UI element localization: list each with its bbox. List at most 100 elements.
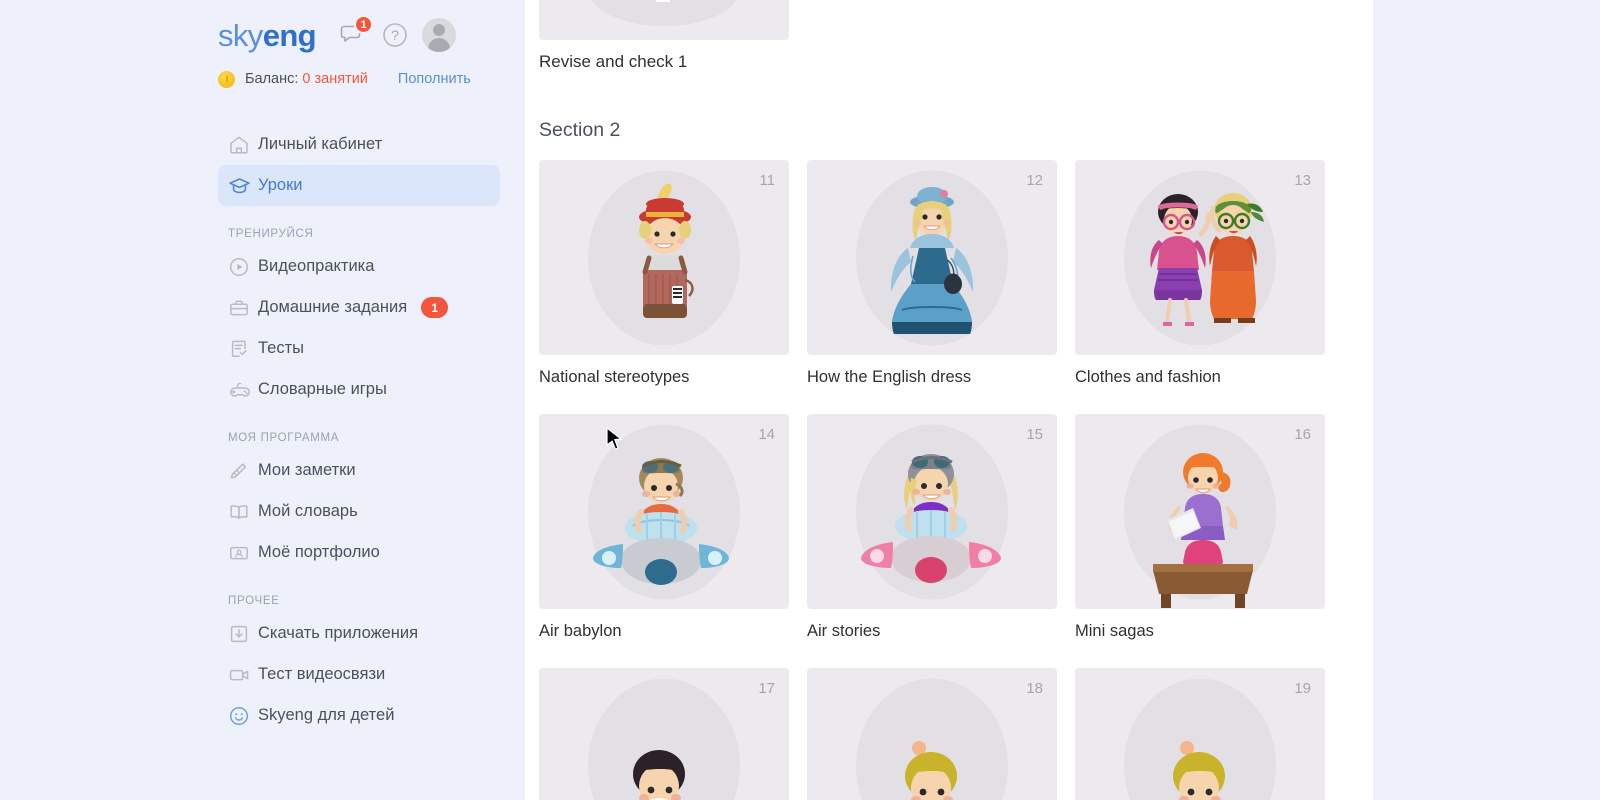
sidebar-item-label: Видеопрактика <box>258 257 375 275</box>
sidebar-item-label: Уроки <box>258 176 303 194</box>
lesson-number: 14 <box>758 426 775 443</box>
sidebar-item-vocab-games[interactable]: Словарные игры <box>218 369 518 410</box>
blonde-child-b-art <box>1173 741 1225 800</box>
lesson-card-13[interactable]: 13 Clothes and fashion <box>1075 160 1325 387</box>
lesson-grid: 11 National stereotypes 12 How the Engli… <box>539 160 1349 800</box>
sidebar-section-title-train: ТРЕНИРУЙСЯ <box>228 228 314 240</box>
balance-value: 0 занятий <box>302 71 368 87</box>
sidebar-item-label: Моё портфолио <box>258 543 380 561</box>
header-icon-group: 1 ? <box>338 15 457 52</box>
lesson-title: Clothes and fashion <box>1075 368 1221 386</box>
sidebar-item-video-test[interactable]: Тест видеосвязи <box>218 654 518 695</box>
smiley-face-icon <box>228 705 258 727</box>
lesson-row: 14 Air babylon 15 Air stories 16 Mini sa… <box>539 414 1349 641</box>
coin-icon <box>218 70 235 88</box>
topup-link[interactable]: Пополнить <box>398 71 471 87</box>
lesson-card-image: 13 <box>1075 160 1325 355</box>
victorian-lady-blue-dress-art <box>890 187 974 334</box>
sidebar-item-label: Домашние задания <box>258 298 408 316</box>
lesson-number: 11 <box>759 172 775 189</box>
lesson-card-image: 15 <box>807 414 1057 609</box>
lesson-card-previous-title: Revise and check 1 <box>539 52 688 71</box>
balance-row: Баланс: 0 занятий Пополнить <box>218 62 518 96</box>
pencil-icon <box>228 460 258 482</box>
lesson-number: 12 <box>1026 172 1043 189</box>
portfolio-card-icon <box>228 542 258 564</box>
main-content: Revise and check 1 Section 2 11 National… <box>525 0 1373 800</box>
app-root: skyeng 1 ? Баланс: 0 занятий Пополнить Л… <box>0 0 1600 800</box>
sidebar-item-label: Мои заметки <box>258 461 356 479</box>
lesson-title: Air babylon <box>539 622 622 640</box>
sidebar-item-my-dictionary[interactable]: Мой словарь <box>218 491 518 532</box>
lesson-number: 13 <box>1294 172 1311 189</box>
lesson-card-previous-thumb[interactable] <box>539 0 789 40</box>
play-circle-icon <box>228 256 258 278</box>
girl-pilot-in-pink-plane-art <box>861 454 1001 583</box>
lesson-card-17[interactable]: 17 <box>539 668 789 800</box>
graduation-cap-icon <box>228 174 258 197</box>
help-question-icon[interactable]: ? <box>380 20 410 50</box>
lesson-card-15[interactable]: 15 Air stories <box>807 414 1057 641</box>
sidebar-item-label: Скачать приложения <box>258 624 419 642</box>
chat-unread-badge: 1 <box>354 15 374 34</box>
lesson-card-12[interactable]: 12 How the English dress <box>807 160 1057 387</box>
boy-in-tyrolean-hat-art <box>639 183 694 318</box>
two-fashion-girls-art <box>1150 193 1264 326</box>
sidebar-item-lessons[interactable]: Уроки <box>218 165 500 206</box>
download-icon <box>228 623 258 645</box>
sidebar-item-skyeng-kids[interactable]: Skyeng для детей <box>218 695 518 736</box>
card-oval-backdrop <box>589 0 739 26</box>
lesson-card-image: 11 <box>539 160 789 355</box>
lesson-card-11[interactable]: 11 National stereotypes <box>539 160 789 387</box>
lesson-title: How the English dress <box>807 368 972 386</box>
lesson-title: National stereotypes <box>539 368 690 386</box>
lesson-card-18[interactable]: 18 <box>807 668 1057 800</box>
lesson-number: 16 <box>1294 426 1311 443</box>
lesson-row: 11 National stereotypes 12 How the Engli… <box>539 160 1349 387</box>
sidebar-item-personal-cabinet[interactable]: Личный кабинет <box>218 124 518 165</box>
sidebar-item-label: Личный кабинет <box>258 135 383 153</box>
dark-haired-child-art <box>633 750 685 800</box>
sidebar-section-title-program: МОЯ ПРОГРАММА <box>228 432 340 444</box>
blonde-child-a-art <box>905 741 957 800</box>
sidebar-item-homework[interactable]: Домашние задания 1 <box>218 287 518 328</box>
sidebar-item-download-apps[interactable]: Скачать приложения <box>218 613 518 654</box>
sidebar-item-my-portfolio[interactable]: Моё портфолио <box>218 532 518 573</box>
girl-reading-on-bench-art <box>1153 453 1253 608</box>
home-icon <box>228 134 258 156</box>
logo-part-eng: eng <box>262 17 317 53</box>
skyeng-logo[interactable]: skyeng <box>218 17 317 53</box>
lesson-card-16[interactable]: 16 Mini sagas <box>1075 414 1325 641</box>
sidebar: skyeng 1 ? Баланс: 0 занятий Пополнить Л… <box>0 0 525 800</box>
sidebar-item-tests[interactable]: Тесты <box>218 328 518 369</box>
lesson-card-image: 17 <box>539 668 789 800</box>
sidebar-nav: Личный кабинет Уроки ТРЕНИРУЙСЯ Видеопра… <box>218 124 518 736</box>
lesson-card-19[interactable]: 19 <box>1075 668 1325 800</box>
lesson-title: Mini sagas <box>1075 622 1154 640</box>
sidebar-section-title-other: ПРОЧЕЕ <box>228 595 280 607</box>
video-camera-icon <box>228 664 258 686</box>
chat-bubble-icon[interactable]: 1 <box>338 15 374 50</box>
homework-count-badge: 1 <box>421 297 449 318</box>
logo-part-sky: sky <box>218 17 263 53</box>
lesson-number: 17 <box>758 680 775 697</box>
briefcase-icon <box>228 297 258 319</box>
lesson-number: 18 <box>1026 680 1043 697</box>
svg-text:?: ? <box>391 27 399 43</box>
lesson-card-image: 14 <box>539 414 789 609</box>
brand-header-row: skyeng 1 ? <box>218 0 518 62</box>
lesson-card-image: 12 <box>807 160 1057 355</box>
sidebar-item-label: Мой словарь <box>258 502 358 520</box>
sidebar-item-label: Тест видеосвязи <box>258 665 386 683</box>
boy-pilot-in-plane-art <box>593 458 729 585</box>
sidebar-item-my-notes[interactable]: Мои заметки <box>218 450 518 491</box>
lesson-card-14[interactable]: 14 Air babylon <box>539 414 789 641</box>
gamepad-icon <box>228 379 258 401</box>
lesson-card-image: 16 <box>1075 414 1325 609</box>
lesson-number: 19 <box>1294 680 1311 697</box>
user-avatar[interactable] <box>422 18 457 52</box>
section-heading: Section 2 <box>539 119 621 141</box>
lesson-number: 15 <box>1026 426 1043 443</box>
sidebar-item-video-practice[interactable]: Видеопрактика <box>218 246 518 287</box>
lesson-title: Air stories <box>807 622 881 640</box>
